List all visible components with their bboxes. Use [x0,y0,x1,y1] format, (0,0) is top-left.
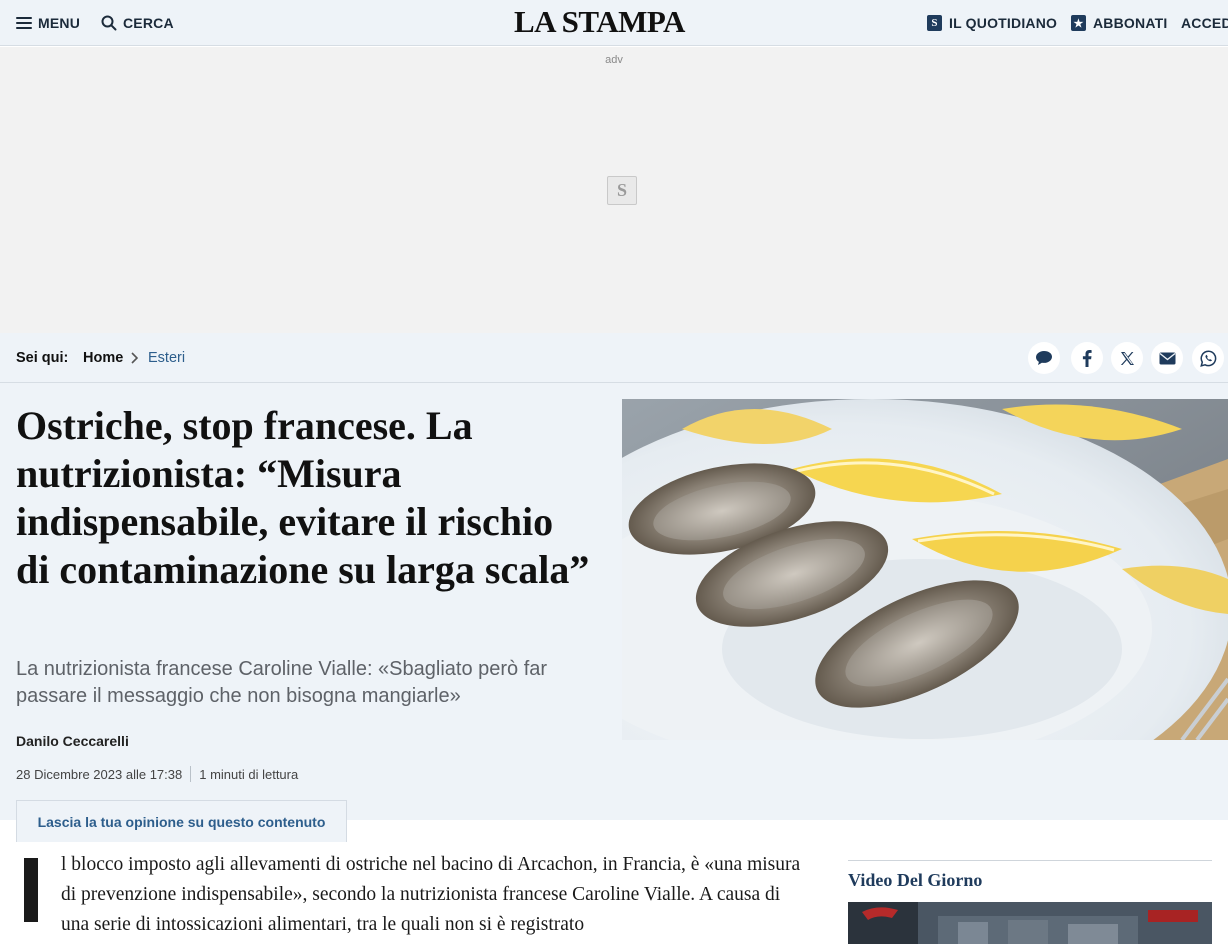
article-subtitle: La nutrizionista francese Caroline Viall… [16,658,548,707]
video-of-the-day-heading[interactable]: Video Del Giorno [848,870,982,891]
menu-label: MENU [38,15,81,31]
top-navigation-bar: MENU CERCA LA STAMPA S IL QUOTIDIANO ★ A… [0,0,1228,46]
hero-image [622,399,1228,740]
article-author[interactable]: Danilo Ceccarelli [16,733,129,749]
menu-button[interactable]: MENU [16,0,80,46]
article-body-paragraph: l blocco imposto agli allevamenti di ost… [61,854,801,935]
ad-banner: adv S [0,47,1228,333]
leave-opinion-button[interactable]: Lascia la tua opinione su questo contenu… [16,800,347,842]
article-date: 28 Dicembre 2023 alle 17:38 [16,766,183,782]
abbonati-label: ABBONATI [1093,15,1168,31]
quotidiano-link[interactable]: S IL QUOTIDIANO [927,0,1057,46]
accedi-label: ACCEDI [1181,15,1228,31]
chevron-right-icon [130,333,138,383]
x-share-button[interactable] [1111,342,1143,374]
accedi-link[interactable]: ACCEDI [1181,0,1228,46]
reading-time: 1 minuti di lettura [199,766,299,782]
comment-icon [1036,351,1052,365]
x-icon [1120,351,1134,365]
search-icon [101,15,117,31]
whatsapp-share-button[interactable] [1192,342,1224,374]
abbonati-link[interactable]: ★ ABBONATI [1071,0,1167,46]
facebook-icon [1082,349,1092,367]
facebook-share-button[interactable] [1071,342,1103,374]
sidebar-divider [848,860,1212,861]
adv-label: adv [605,54,623,66]
breadcrumb: Sei qui: Home Esteri [0,333,1228,383]
hamburger-icon [16,17,32,29]
article-meta: 28 Dicembre 2023 alle 17:38 1 minuti di … [16,766,298,782]
newspaper-icon: S [927,15,942,31]
ad-placeholder-logo: S [607,176,637,205]
search-label: CERCA [123,15,174,31]
video-thumbnail[interactable] [848,902,1212,944]
breadcrumb-label: Sei qui: [16,350,69,366]
quotidiano-label: IL QUOTIDIANO [949,15,1058,31]
drop-cap [24,858,38,922]
article-title: Ostriche, stop francese. La nutrizionist… [16,403,590,592]
search-button[interactable]: CERCA [101,0,174,46]
breadcrumb-home-link[interactable]: Home [83,333,123,383]
breadcrumb-current-link[interactable]: Esteri [148,333,185,383]
comment-button[interactable] [1028,342,1060,374]
email-icon [1159,352,1175,364]
email-share-button[interactable] [1151,342,1183,374]
star-icon: ★ [1071,15,1086,31]
whatsapp-icon [1199,349,1216,367]
site-logo[interactable]: LA STAMPA [514,4,685,40]
meta-divider [190,766,192,782]
